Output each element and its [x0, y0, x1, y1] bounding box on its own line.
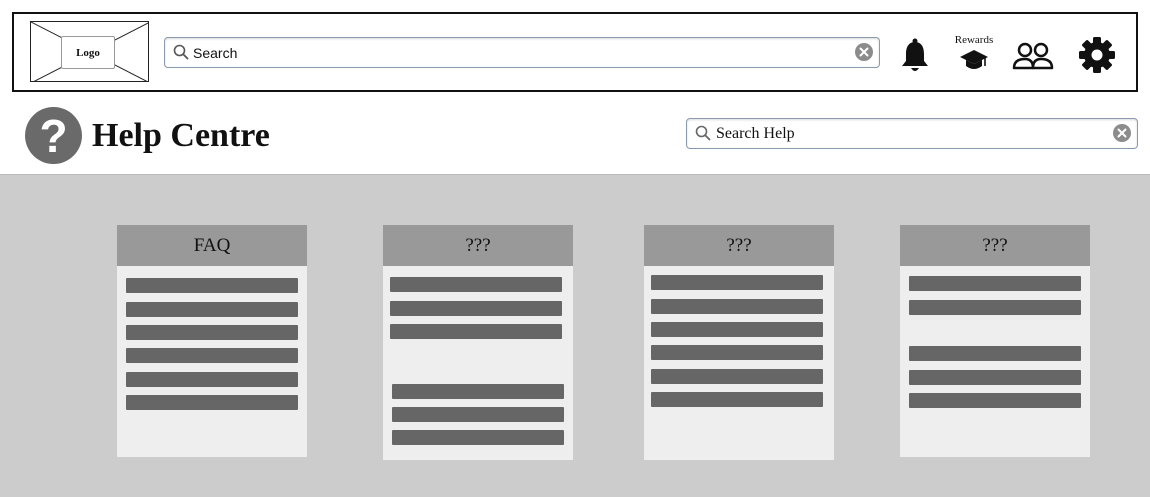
card-title[interactable]: ??? [644, 225, 834, 266]
help-link-placeholder[interactable] [909, 393, 1081, 408]
page-title: Help Centre [92, 117, 270, 154]
help-link-placeholder[interactable] [390, 277, 562, 292]
help-topic-card: ??? [644, 225, 834, 460]
global-search-input[interactable] [193, 43, 843, 63]
help-link-placeholder[interactable] [909, 346, 1081, 361]
help-link-placeholder[interactable] [126, 372, 298, 387]
bell-icon[interactable] [899, 38, 931, 74]
search-icon [695, 125, 711, 141]
rewards-label: Rewards [954, 34, 994, 46]
help-link-placeholder[interactable] [909, 300, 1081, 315]
help-link-placeholder[interactable] [126, 278, 298, 293]
help-link-placeholder[interactable] [651, 322, 823, 337]
help-link-placeholder[interactable] [392, 430, 564, 445]
help-link-placeholder[interactable] [126, 302, 298, 317]
gear-icon[interactable] [1078, 36, 1116, 74]
help-link-placeholder[interactable] [651, 345, 823, 360]
help-link-placeholder[interactable] [651, 392, 823, 407]
global-search-box[interactable] [164, 37, 880, 68]
help-link-placeholder[interactable] [909, 370, 1081, 385]
help-search-box[interactable] [686, 118, 1138, 149]
help-link-placeholder[interactable] [392, 384, 564, 399]
help-link-placeholder[interactable] [390, 324, 562, 339]
help-link-placeholder[interactable] [909, 276, 1081, 291]
search-icon [173, 44, 189, 60]
logo[interactable]: Logo [30, 21, 149, 82]
help-topic-card: FAQ [117, 225, 307, 457]
clear-search-icon[interactable] [855, 43, 873, 61]
help-link-placeholder[interactable] [390, 301, 562, 316]
top-navigation-bar: Logo Rewards [12, 12, 1138, 92]
graduation-cap-icon [960, 50, 988, 69]
help-link-placeholder[interactable] [651, 369, 823, 384]
help-topic-card: ??? [900, 225, 1090, 457]
help-link-placeholder[interactable] [392, 407, 564, 422]
help-centre-header: ? Help Centre [0, 100, 1150, 174]
clear-help-search-icon[interactable] [1113, 124, 1131, 142]
help-link-placeholder[interactable] [651, 275, 823, 290]
rewards-button[interactable]: Rewards [946, 34, 1002, 78]
help-link-placeholder[interactable] [126, 395, 298, 410]
users-icon[interactable] [1012, 42, 1054, 70]
card-title[interactable]: ??? [900, 225, 1090, 266]
help-content-area: FAQ ??? ??? ??? [0, 174, 1150, 497]
help-search-input[interactable] [716, 124, 1106, 144]
help-topic-card: ??? [383, 225, 573, 460]
logo-label: Logo [61, 36, 115, 69]
help-link-placeholder[interactable] [126, 325, 298, 340]
help-link-placeholder[interactable] [651, 299, 823, 314]
card-title[interactable]: FAQ [117, 225, 307, 266]
help-link-placeholder[interactable] [126, 348, 298, 363]
card-title[interactable]: ??? [383, 225, 573, 266]
question-mark-icon: ? [25, 107, 82, 164]
